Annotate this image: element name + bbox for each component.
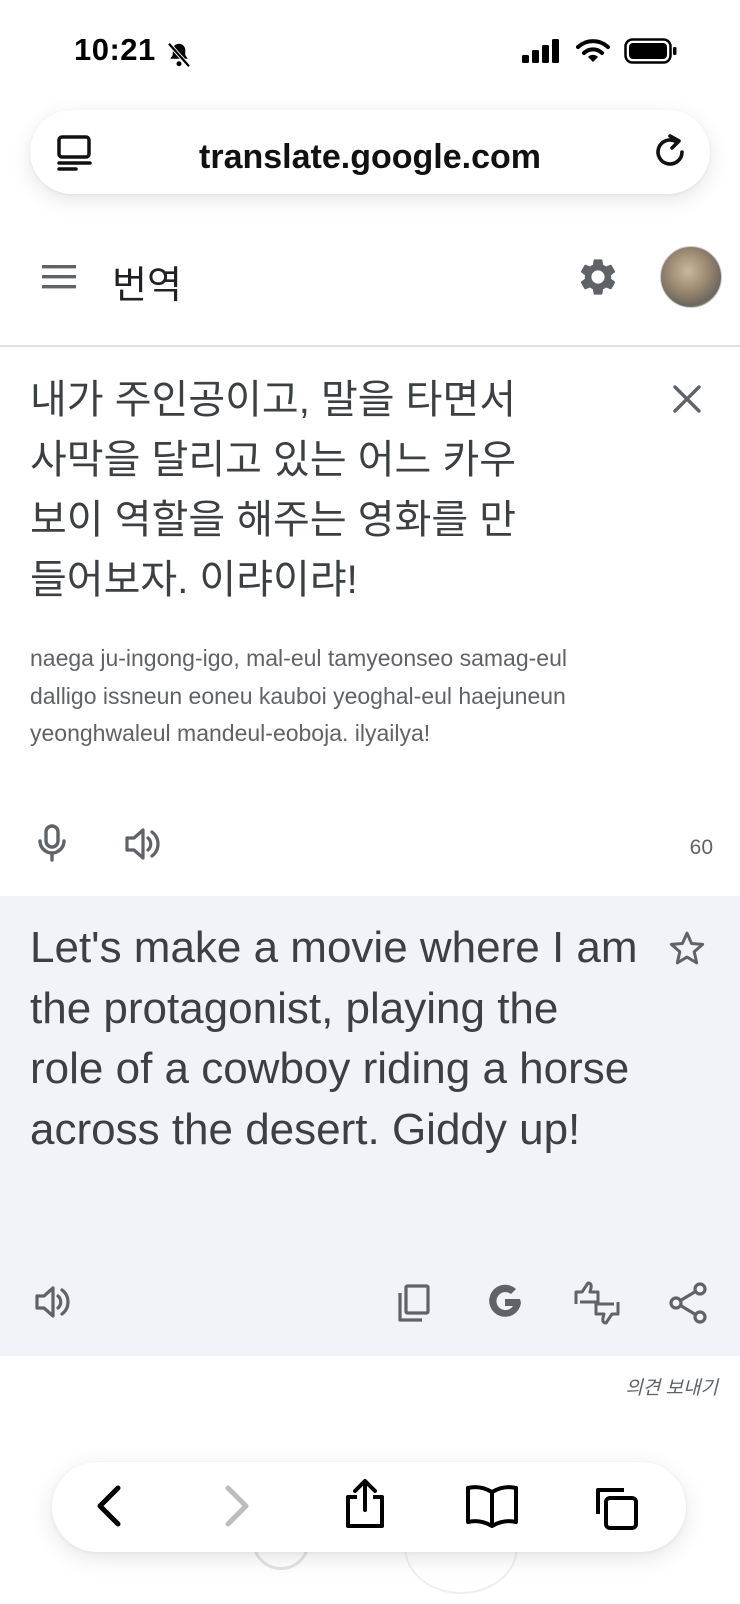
google-icon[interactable] — [484, 1282, 526, 1324]
forward-icon[interactable] — [218, 1484, 254, 1528]
page-title: 번역 — [112, 265, 182, 307]
tabs-icon[interactable] — [592, 1484, 642, 1532]
url-text[interactable]: translate.google.com — [30, 138, 710, 177]
cellular-signal-icon — [522, 39, 562, 63]
avatar[interactable] — [660, 246, 722, 308]
speaker-icon[interactable] — [124, 826, 162, 862]
copy-icon[interactable] — [396, 1283, 432, 1323]
wifi-icon — [576, 38, 610, 64]
status-icons — [522, 38, 678, 64]
send-feedback-link[interactable]: 의견 보내기 — [625, 1373, 718, 1400]
bell-slash-icon — [164, 40, 194, 70]
source-romanization: naega ju-ingong-igo, mal-eul tamyeonseo … — [30, 645, 567, 746]
translation-text: Let's make a movie where I am the protag… — [30, 923, 638, 1154]
clear-icon[interactable] — [672, 384, 702, 414]
character-count: 60 — [689, 836, 713, 859]
microphone-icon[interactable] — [34, 824, 70, 862]
reload-icon[interactable] — [650, 132, 690, 172]
menu-icon[interactable] — [40, 262, 78, 292]
share-icon[interactable] — [668, 1282, 708, 1324]
bookmarks-icon[interactable] — [464, 1482, 520, 1528]
status-time: 10:21 — [74, 32, 156, 67]
rate-icon[interactable] — [572, 1280, 622, 1326]
speaker-icon[interactable] — [34, 1284, 72, 1320]
share-icon[interactable] — [342, 1478, 388, 1530]
star-icon[interactable] — [668, 930, 706, 966]
settings-icon[interactable] — [576, 255, 620, 299]
back-icon[interactable] — [92, 1484, 128, 1528]
header-divider — [0, 345, 740, 347]
battery-icon — [624, 38, 678, 64]
address-bar[interactable]: translate.google.com — [30, 110, 710, 194]
source-text[interactable]: 내가 주인공이고, 말을 타면서 사막을 달리고 있는 어느 카우보이 역할을 … — [30, 370, 550, 610]
